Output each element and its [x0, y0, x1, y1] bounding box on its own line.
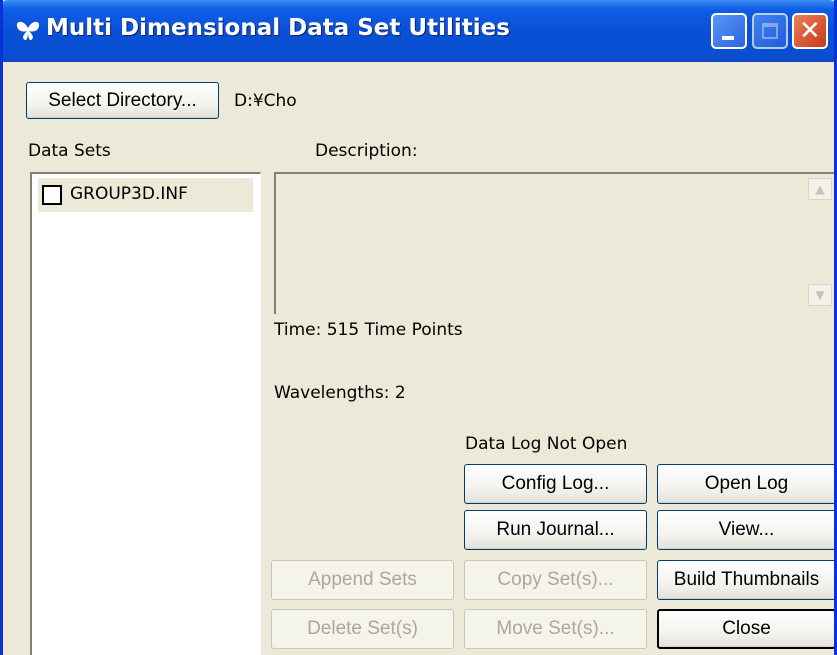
data-set-checkbox[interactable] [42, 185, 62, 205]
butterfly-icon [16, 21, 40, 41]
append-sets-button[interactable]: Append Sets [271, 560, 454, 600]
view-button[interactable]: View... [657, 510, 834, 550]
data-set-label: GROUP3D.INF [70, 184, 188, 204]
window-title: Multi Dimensional Data Set Utilities [46, 15, 510, 41]
data-log-status: Data Log Not Open [465, 434, 628, 454]
move-sets-button[interactable]: Move Set(s)... [464, 609, 647, 649]
close-icon: ✕ [799, 16, 821, 46]
wavelengths-info: Wavelengths: 2 [274, 383, 406, 403]
scroll-up-arrow-icon[interactable]: ▲ [808, 178, 832, 200]
close-window-button[interactable]: ✕ [792, 13, 828, 49]
scroll-down-arrow-icon[interactable]: ▼ [808, 284, 832, 306]
time-info: Time: 515 Time Points [274, 320, 463, 340]
minimize-button[interactable] [711, 13, 747, 49]
delete-sets-button[interactable]: Delete Set(s) [271, 609, 454, 649]
data-sets-heading: Data Sets [28, 141, 111, 161]
build-thumbnails-button[interactable]: Build Thumbnails [657, 560, 834, 600]
config-log-button[interactable]: Config Log... [464, 464, 647, 504]
select-directory-button[interactable]: Select Directory... [26, 82, 219, 119]
directory-path: D:¥Cho [234, 91, 297, 111]
maximize-button [752, 13, 788, 49]
description-textarea[interactable]: ▲ ▼ [274, 172, 834, 314]
description-heading: Description: [315, 141, 418, 161]
close-button[interactable]: Close [657, 609, 834, 649]
copy-sets-button[interactable]: Copy Set(s)... [464, 560, 647, 600]
open-log-button[interactable]: Open Log [657, 464, 834, 504]
description-scrollbar[interactable]: ▲ ▼ [808, 178, 832, 308]
minimize-icon [722, 36, 734, 40]
maximize-icon [762, 23, 778, 39]
title-bar[interactable]: Multi Dimensional Data Set Utilities ✕ [3, 0, 834, 62]
data-sets-list[interactable]: GROUP3D.INF [30, 172, 261, 655]
list-item[interactable]: GROUP3D.INF [38, 178, 253, 212]
app-window: Multi Dimensional Data Set Utilities ✕ S… [0, 0, 837, 655]
run-journal-button[interactable]: Run Journal... [464, 510, 647, 550]
